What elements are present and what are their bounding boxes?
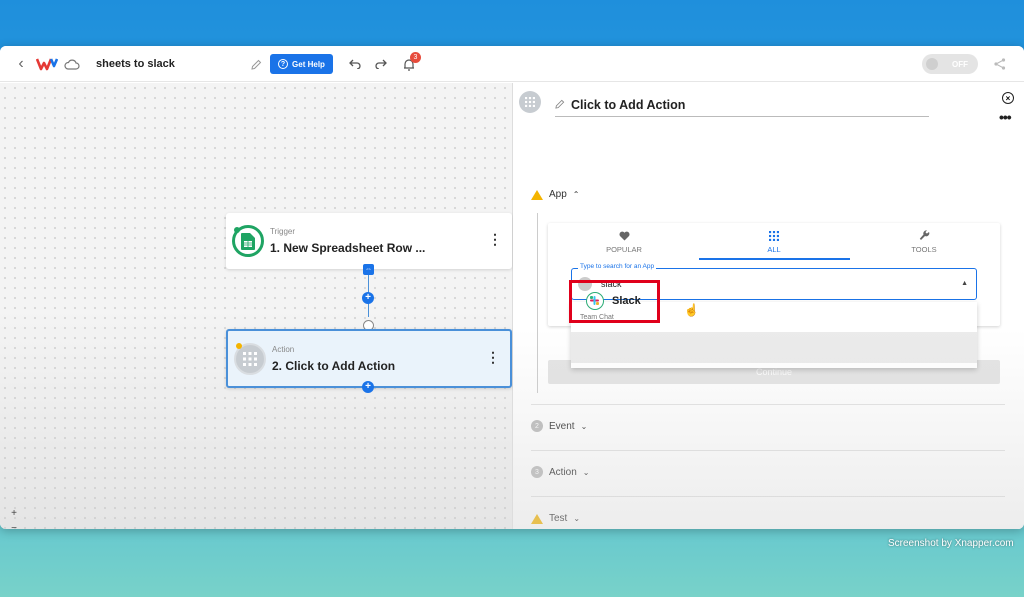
chevron-down-icon: ⌄ <box>580 421 588 431</box>
action-node[interactable]: Action 2. Click to Add Action ⋮ <box>226 329 512 388</box>
toggle-label: OFF <box>952 59 968 69</box>
status-dot <box>234 227 240 233</box>
panel-title-field[interactable]: Click to Add Action <box>555 93 929 117</box>
search-label: Type to search for an App <box>578 263 657 270</box>
toggle-knob <box>926 58 938 70</box>
wrench-icon <box>919 230 929 240</box>
chevron-down-icon: ⌄ <box>582 467 590 477</box>
tab-all[interactable]: ALL <box>699 225 849 259</box>
grid-icon <box>769 230 779 241</box>
redo-icon[interactable] <box>372 46 390 82</box>
add-step-plus-icon[interactable]: + <box>362 381 374 393</box>
warning-icon <box>531 513 543 524</box>
app-grid-icon <box>519 91 541 113</box>
tab-popular[interactable]: POPULAR <box>549 225 699 259</box>
dropdown-option-slack[interactable] <box>571 332 977 363</box>
hand-cursor-icon: ☝ <box>684 303 699 317</box>
flow-canvas[interactable]: Trigger 1. New Spreadsheet Row ... ⋮ ⇔ +… <box>0 83 513 529</box>
heart-icon <box>618 231 630 240</box>
close-icon[interactable]: × <box>1002 92 1014 104</box>
tab-tools[interactable]: TOOLS <box>849 225 999 259</box>
question-icon: ? <box>278 59 289 69</box>
top-bar: ‹ sheets to slack ? Get Help 3 OFF <box>0 46 1024 82</box>
step-number: 3 <box>531 466 543 478</box>
flow-toggle[interactable]: OFF <box>922 54 978 74</box>
notification-badge: 3 <box>410 52 421 63</box>
chevron-up-icon: ⌃ <box>572 190 580 199</box>
highlight-box <box>569 280 660 323</box>
get-help-label: Get Help <box>292 59 325 69</box>
warning-dot <box>236 343 242 349</box>
section-label: Test <box>549 513 568 524</box>
zoom-out-icon[interactable]: − <box>8 522 20 530</box>
cloud-icon[interactable] <box>62 46 82 82</box>
brand-logo-icon[interactable] <box>34 46 60 82</box>
tab-label: POPULAR <box>606 244 642 254</box>
connector-handle-icon[interactable]: ⇔ <box>363 264 374 275</box>
node-title: 2. Click to Add Action <box>272 359 396 373</box>
app-window: ‹ sheets to slack ? Get Help 3 OFF Trigg… <box>0 46 1024 529</box>
node-type: Action <box>272 345 295 354</box>
section-event[interactable]: 2 Event ⌄ <box>531 420 587 432</box>
divider <box>531 450 1005 451</box>
more-horizontal-icon[interactable]: ••• <box>999 109 1012 125</box>
trigger-node[interactable]: Trigger 1. New Spreadsheet Row ... ⋮ <box>226 213 512 269</box>
tab-label: ALL <box>767 244 781 254</box>
active-tab-indicator <box>699 258 850 260</box>
divider <box>531 496 1005 497</box>
caret-up-icon[interactable]: ▲ <box>961 280 968 287</box>
tab-label: TOOLS <box>911 245 937 254</box>
section-label: Action <box>549 466 577 478</box>
warning-icon <box>531 189 543 200</box>
section-action[interactable]: 3 Action ⌄ <box>531 466 590 478</box>
section-test[interactable]: Test ⌄ <box>531 513 580 524</box>
share-icon[interactable] <box>990 46 1010 82</box>
more-vertical-icon[interactable]: ⋮ <box>488 231 502 248</box>
flow-name[interactable]: sheets to slack <box>96 46 175 82</box>
chevron-down-icon: ⌄ <box>573 514 581 523</box>
section-app[interactable]: App ⌃ <box>531 189 580 200</box>
get-help-button[interactable]: ? Get Help <box>270 54 333 74</box>
zoom-in-icon[interactable]: + <box>8 507 20 519</box>
section-guide-line <box>537 213 538 393</box>
more-vertical-icon[interactable]: ⋮ <box>486 349 500 366</box>
divider <box>531 404 1005 405</box>
edit-pencil-icon[interactable] <box>248 46 264 82</box>
panel-title: Click to Add Action <box>571 97 686 112</box>
add-step-plus-icon[interactable]: + <box>362 292 374 304</box>
back-chevron-icon[interactable]: ‹ <box>12 46 30 82</box>
step-number: 2 <box>531 420 543 432</box>
node-title: 1. New Spreadsheet Row ... <box>270 241 426 255</box>
edit-pencil-icon <box>555 96 565 114</box>
watermark: Screenshot by Xnapper.com <box>888 538 1014 549</box>
section-label: Event <box>549 420 575 432</box>
section-label: App <box>549 189 567 200</box>
undo-icon[interactable] <box>346 46 364 82</box>
node-type: Trigger <box>270 227 296 236</box>
